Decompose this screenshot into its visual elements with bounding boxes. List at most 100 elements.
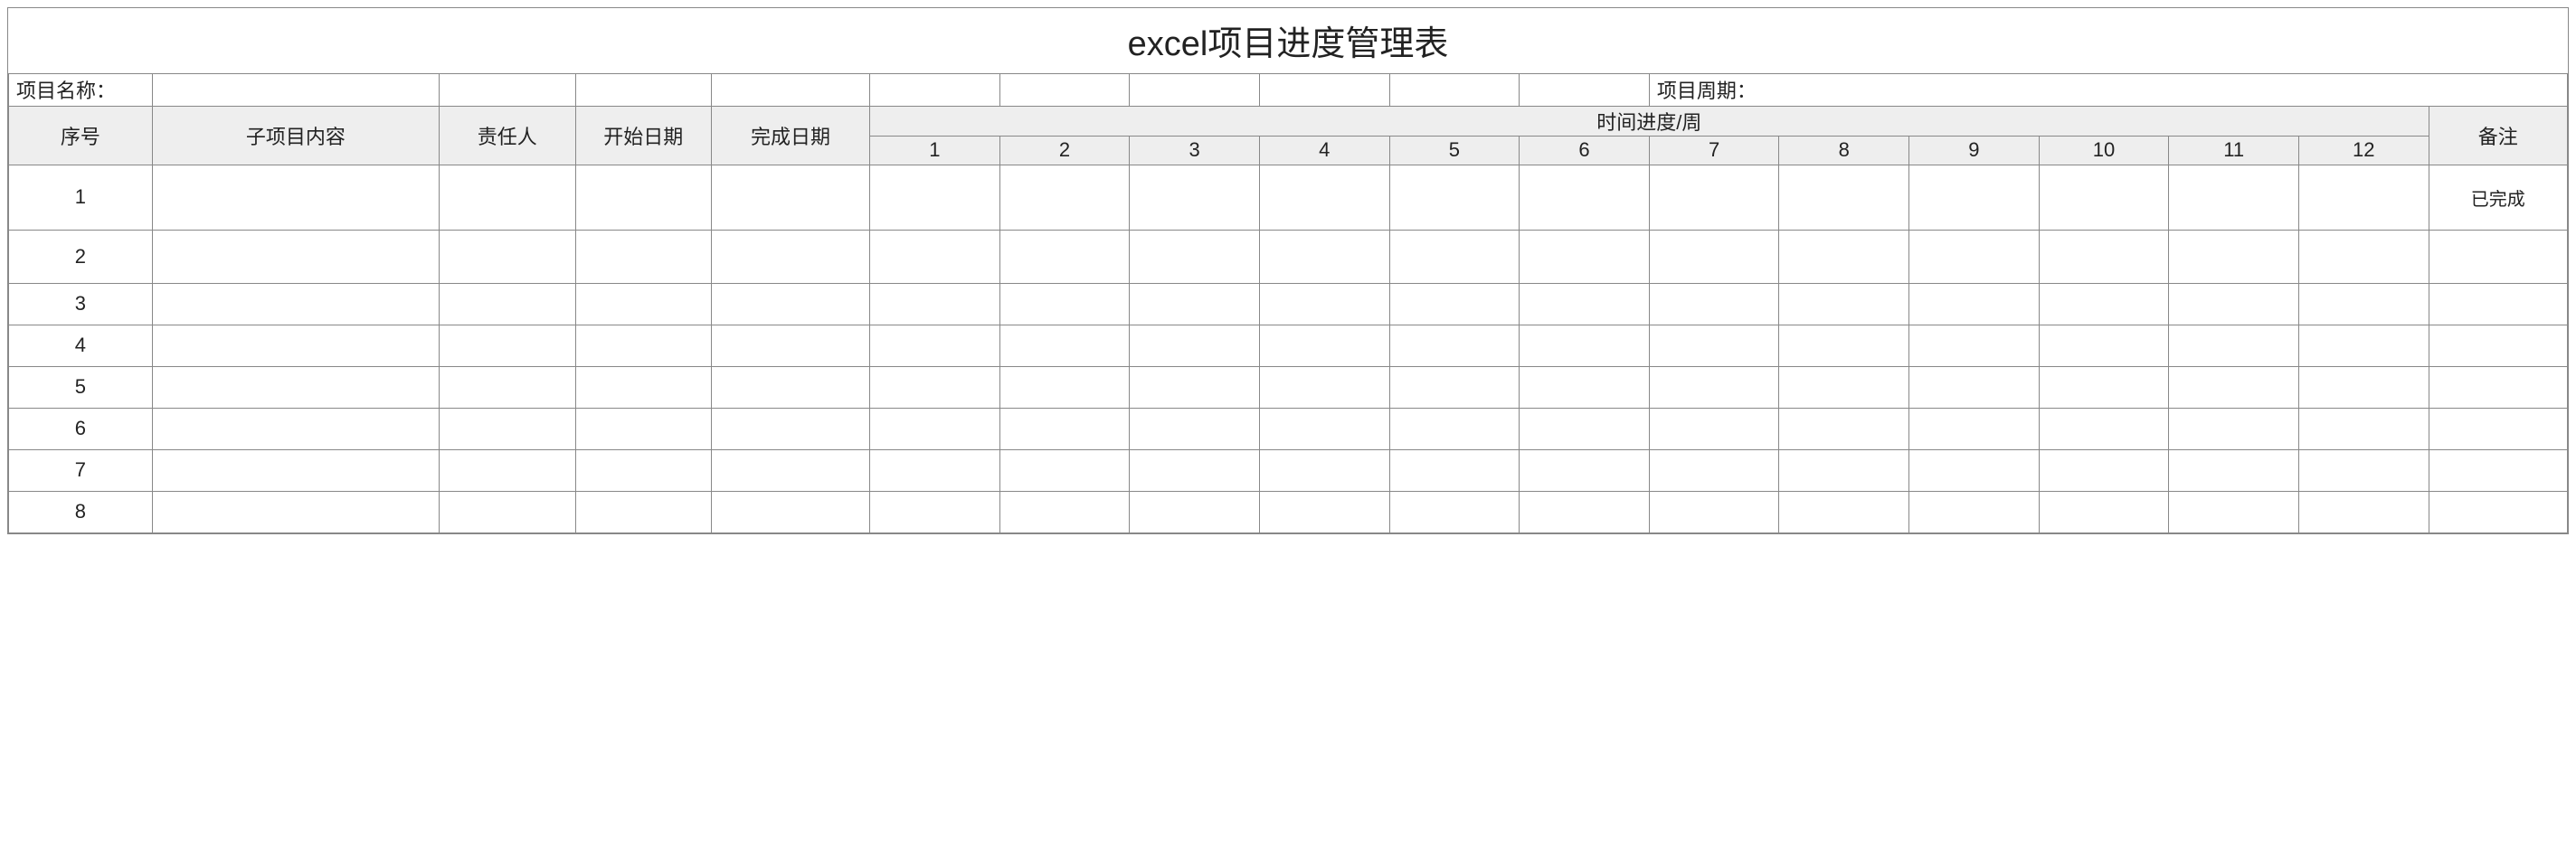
- cell-week[interactable]: [999, 230, 1130, 283]
- cell-week[interactable]: [2298, 491, 2429, 532]
- cell-week[interactable]: [2039, 325, 2169, 366]
- cell-week[interactable]: [999, 325, 1130, 366]
- cell-week[interactable]: [1520, 491, 1650, 532]
- cell-week[interactable]: [1130, 408, 1260, 449]
- cell-week[interactable]: [2169, 366, 2299, 408]
- cell-week[interactable]: [2169, 449, 2299, 491]
- cell-week[interactable]: [1779, 283, 1909, 325]
- cell-week[interactable]: [1649, 491, 1779, 532]
- cell-week[interactable]: [1389, 325, 1520, 366]
- cell-person[interactable]: [440, 283, 575, 325]
- cell-person[interactable]: [440, 449, 575, 491]
- cell-week[interactable]: [1649, 325, 1779, 366]
- cell-week[interactable]: [1779, 449, 1909, 491]
- cell-start[interactable]: [575, 366, 711, 408]
- cell-remark[interactable]: [2429, 408, 2567, 449]
- cell-week[interactable]: [870, 449, 1000, 491]
- cell-end[interactable]: [711, 230, 869, 283]
- cell-remark[interactable]: 已完成: [2429, 165, 2567, 230]
- cell-week[interactable]: [1389, 491, 1520, 532]
- cell-week[interactable]: [1909, 283, 2040, 325]
- cell-content[interactable]: [152, 283, 439, 325]
- cell-person[interactable]: [440, 230, 575, 283]
- cell-week[interactable]: [1259, 325, 1389, 366]
- cell-week[interactable]: [870, 491, 1000, 532]
- cell-week[interactable]: [2298, 165, 2429, 230]
- cell-week[interactable]: [1779, 230, 1909, 283]
- cell-remark[interactable]: [2429, 491, 2567, 532]
- cell-remark[interactable]: [2429, 230, 2567, 283]
- cell-week[interactable]: [1909, 325, 2040, 366]
- cell-week[interactable]: [1779, 491, 1909, 532]
- cell-week[interactable]: [2298, 408, 2429, 449]
- cell-week[interactable]: [1779, 325, 1909, 366]
- cell-content[interactable]: [152, 366, 439, 408]
- cell-end[interactable]: [711, 325, 869, 366]
- cell-week[interactable]: [1779, 165, 1909, 230]
- cell-week[interactable]: [2169, 325, 2299, 366]
- cell-content[interactable]: [152, 325, 439, 366]
- cell-week[interactable]: [999, 366, 1130, 408]
- cell-week[interactable]: [1909, 366, 2040, 408]
- cell-week[interactable]: [1259, 366, 1389, 408]
- cell-week[interactable]: [1779, 408, 1909, 449]
- cell-week[interactable]: [999, 491, 1130, 532]
- cell-week[interactable]: [1520, 366, 1650, 408]
- cell-week[interactable]: [1389, 408, 1520, 449]
- cell-week[interactable]: [1259, 408, 1389, 449]
- cell-start[interactable]: [575, 408, 711, 449]
- cell-week[interactable]: [1389, 283, 1520, 325]
- cell-week[interactable]: [1259, 230, 1389, 283]
- cell-week[interactable]: [2169, 283, 2299, 325]
- cell-content[interactable]: [152, 165, 439, 230]
- cell-week[interactable]: [1259, 491, 1389, 532]
- cell-start[interactable]: [575, 491, 711, 532]
- cell-week[interactable]: [870, 366, 1000, 408]
- cell-week[interactable]: [1909, 491, 2040, 532]
- cell-week[interactable]: [1520, 165, 1650, 230]
- cell-week[interactable]: [1649, 408, 1779, 449]
- cell-content[interactable]: [152, 449, 439, 491]
- cell-week[interactable]: [999, 283, 1130, 325]
- cell-week[interactable]: [2298, 230, 2429, 283]
- cell-remark[interactable]: [2429, 366, 2567, 408]
- cell-week[interactable]: [1909, 165, 2040, 230]
- cell-week[interactable]: [2169, 408, 2299, 449]
- cell-person[interactable]: [440, 491, 575, 532]
- cell-week[interactable]: [1130, 491, 1260, 532]
- cell-week[interactable]: [2039, 366, 2169, 408]
- cell-week[interactable]: [1520, 325, 1650, 366]
- cell-person[interactable]: [440, 366, 575, 408]
- cell-week[interactable]: [1520, 408, 1650, 449]
- cell-week[interactable]: [1130, 230, 1260, 283]
- cell-week[interactable]: [2298, 449, 2429, 491]
- cell-week[interactable]: [1649, 230, 1779, 283]
- cell-remark[interactable]: [2429, 283, 2567, 325]
- cell-end[interactable]: [711, 283, 869, 325]
- cell-week[interactable]: [2298, 366, 2429, 408]
- cell-start[interactable]: [575, 165, 711, 230]
- cell-week[interactable]: [1779, 366, 1909, 408]
- cell-week[interactable]: [1909, 408, 2040, 449]
- cell-week[interactable]: [1649, 366, 1779, 408]
- cell-week[interactable]: [870, 408, 1000, 449]
- cell-week[interactable]: [2039, 165, 2169, 230]
- cell-week[interactable]: [1649, 449, 1779, 491]
- cell-week[interactable]: [1520, 230, 1650, 283]
- cell-content[interactable]: [152, 491, 439, 532]
- cell-person[interactable]: [440, 165, 575, 230]
- cell-week[interactable]: [999, 449, 1130, 491]
- cell-week[interactable]: [2039, 491, 2169, 532]
- cell-week[interactable]: [1909, 449, 2040, 491]
- cell-end[interactable]: [711, 491, 869, 532]
- cell-content[interactable]: [152, 230, 439, 283]
- cell-week[interactable]: [1259, 165, 1389, 230]
- cell-week[interactable]: [870, 165, 1000, 230]
- cell-week[interactable]: [1909, 230, 2040, 283]
- cell-week[interactable]: [1130, 325, 1260, 366]
- cell-week[interactable]: [1389, 230, 1520, 283]
- cell-week[interactable]: [1130, 366, 1260, 408]
- cell-start[interactable]: [575, 325, 711, 366]
- cell-week[interactable]: [999, 408, 1130, 449]
- cell-week[interactable]: [2169, 491, 2299, 532]
